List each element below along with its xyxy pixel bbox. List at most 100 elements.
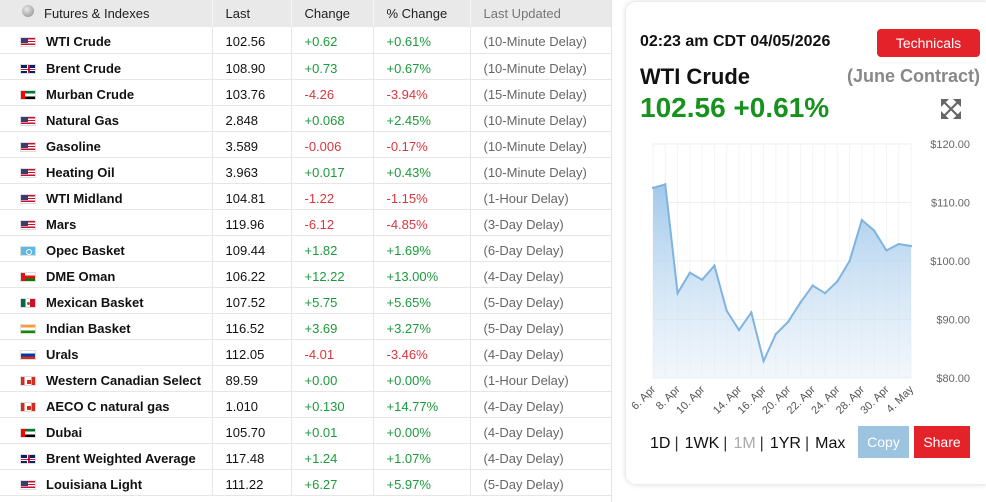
table-row[interactable]: Louisiana Light 111.22 +6.27 +5.97% (5-Day D…	[0, 469, 611, 497]
table-row[interactable]: Mars 119.96 -6.12 -4.85% (3-Day Delay)	[0, 209, 611, 237]
range-1yr-button[interactable]: 1YR	[770, 435, 801, 452]
data-point[interactable]	[651, 186, 655, 190]
row-name[interactable]: WTI Crude	[46, 34, 111, 49]
row-change: +3.69	[291, 315, 374, 341]
table-row[interactable]: Mexican Basket 107.52 +5.75 +5.65% (5-Day De…	[0, 287, 611, 315]
data-point[interactable]	[676, 291, 679, 295]
row-pct-change: +1.07%	[373, 445, 471, 471]
row-name[interactable]: Dubai	[46, 425, 82, 440]
table-row[interactable]: WTI Midland 104.81 -1.22 -1.15% (1-Hour Dela…	[0, 183, 611, 211]
table-row[interactable]: Urals 112.05 -4.01 -3.46% (4-Day Delay)	[0, 339, 611, 367]
row-name-cell[interactable]: WTI Crude	[0, 29, 213, 55]
row-name-cell[interactable]: Natural Gas	[0, 107, 213, 133]
row-name[interactable]: Gasoline	[46, 139, 101, 154]
row-name-cell[interactable]: Gasoline	[0, 133, 213, 159]
row-name-cell[interactable]: Heating Oil	[0, 159, 213, 185]
data-point[interactable]	[823, 291, 827, 295]
row-name-cell[interactable]: Mars	[0, 211, 213, 237]
row-name-cell[interactable]: Urals	[0, 341, 213, 367]
range-1m-button[interactable]: 1M	[733, 435, 755, 452]
row-name[interactable]: Western Canadian Select	[46, 373, 201, 388]
row-name-cell[interactable]: Indian Basket	[0, 315, 213, 341]
row-name[interactable]: Brent Crude	[46, 61, 121, 76]
data-point[interactable]	[762, 359, 765, 363]
copy-button[interactable]: Copy	[858, 426, 909, 458]
expand-arrows-icon[interactable]	[940, 98, 962, 120]
row-name[interactable]: Natural Gas	[46, 113, 119, 128]
row-last-updated: (10-Minute Delay)	[470, 29, 611, 55]
table-row[interactable]: Murban Crude 103.76 -4.26 -3.94% (15-Minute …	[0, 79, 611, 107]
range-separator: |	[759, 435, 764, 452]
row-name[interactable]: Urals	[46, 347, 79, 362]
row-name[interactable]: WTI Midland	[46, 191, 123, 206]
data-point[interactable]	[885, 249, 888, 252]
row-name-cell[interactable]: Dubai	[0, 419, 213, 445]
row-pct-change: +0.43%	[373, 159, 471, 185]
x-tick-label: 30. Apr	[858, 383, 891, 416]
row-name-cell[interactable]: Opec Basket	[0, 237, 213, 263]
table-row[interactable]: Brent Weighted Average 117.48 +1.24 +1.07%(…	[0, 443, 611, 471]
table-row[interactable]: Dubai 105.70 +0.01 +0.00% (4-Day Delay)	[0, 417, 611, 445]
row-name-cell[interactable]: Brent Crude	[0, 55, 213, 81]
row-name-cell[interactable]: DME Oman	[0, 263, 213, 289]
data-point[interactable]	[860, 218, 864, 222]
row-pct-change: +2.45%	[373, 107, 471, 133]
data-point[interactable]	[688, 271, 692, 274]
data-point[interactable]	[848, 259, 851, 263]
technicals-button[interactable]: Technicals	[877, 29, 980, 57]
data-point[interactable]	[774, 332, 778, 336]
row-name[interactable]: Opec Basket	[46, 243, 125, 258]
share-button[interactable]: Share	[914, 426, 970, 458]
table-row[interactable]: DME Oman 106.22 +12.22 +13.00% (4-Day Delay)	[0, 261, 611, 289]
row-name-cell[interactable]: AECO C natural gas	[0, 393, 213, 419]
data-point[interactable]	[713, 264, 716, 267]
table-row[interactable]: Natural Gas 2.848 +0.068 +2.45% (10-Minute D…	[0, 105, 611, 133]
table-row[interactable]: Western Canadian Select 89.59 +0.00 +0.00%(…	[0, 365, 611, 393]
row-pct-change: +5.65%	[373, 289, 471, 315]
row-name-cell[interactable]: Brent Weighted Average	[0, 445, 213, 471]
data-point[interactable]	[811, 284, 814, 287]
range-1wk-button[interactable]: 1WK	[685, 435, 720, 452]
row-name[interactable]: Brent Weighted Average	[46, 451, 196, 466]
table-row[interactable]: Opec Basket 109.44 +1.82 +1.69% (6-Day Delay…	[0, 235, 611, 263]
range-1d-button[interactable]: 1D	[650, 435, 670, 452]
data-point[interactable]	[786, 320, 790, 324]
data-point[interactable]	[836, 280, 839, 283]
data-point[interactable]	[872, 229, 876, 232]
row-name-cell[interactable]: Murban Crude	[0, 81, 213, 107]
row-name-cell[interactable]: Mexican Basket	[0, 289, 213, 315]
row-name[interactable]: DME Oman	[46, 269, 115, 284]
row-name-cell[interactable]: WTI Midland	[0, 185, 213, 211]
data-point[interactable]	[799, 301, 802, 304]
row-name[interactable]: Louisiana Light	[46, 477, 142, 492]
data-point[interactable]	[725, 309, 728, 312]
data-point[interactable]	[909, 244, 913, 248]
header-last-updated[interactable]: Last Updated	[470, 0, 611, 27]
row-name[interactable]: Indian Basket	[46, 321, 131, 336]
header-last[interactable]: Last	[212, 0, 292, 27]
range-max-button[interactable]: Max	[815, 435, 845, 452]
header-pct-change[interactable]: % Change	[373, 0, 471, 27]
data-point[interactable]	[897, 242, 900, 246]
header-change[interactable]: Change	[291, 0, 374, 27]
table-row[interactable]: Gasoline 3.589 -0.006 -0.17% (10-Minute Dela…	[0, 131, 611, 159]
table-row[interactable]: Brent Crude 108.90 +0.73 +0.67% (10-Minute D…	[0, 53, 611, 81]
row-last: 105.70	[212, 419, 292, 445]
row-name[interactable]: Murban Crude	[46, 87, 134, 102]
table-row[interactable]: Heating Oil 3.963 +0.017 +0.43% (10-Minute D…	[0, 157, 611, 185]
row-last-updated: (4-Day Delay)	[470, 419, 611, 445]
table-row[interactable]: Indian Basket 116.52 +3.69 +3.27% (5-Day Del…	[0, 313, 611, 341]
data-point[interactable]	[737, 328, 741, 332]
row-name-cell[interactable]: Western Canadian Select	[0, 367, 213, 393]
data-point[interactable]	[750, 311, 753, 314]
data-point[interactable]	[664, 183, 667, 186]
row-name[interactable]: AECO C natural gas	[46, 399, 170, 414]
row-name[interactable]: Heating Oil	[46, 165, 115, 180]
row-name[interactable]: Mexican Basket	[46, 295, 144, 310]
table-row[interactable]: WTI Crude 102.56 +0.62 +0.61% (10-Minute Del…	[0, 27, 611, 55]
row-name[interactable]: Mars	[46, 217, 76, 232]
table-row[interactable]: AECO C natural gas 1.010 +0.130 +14.77% (4-D…	[0, 391, 611, 419]
header-name[interactable]: Futures & Indexes	[0, 0, 213, 27]
data-point[interactable]	[700, 278, 704, 281]
row-name-cell[interactable]: Louisiana Light	[0, 471, 213, 497]
